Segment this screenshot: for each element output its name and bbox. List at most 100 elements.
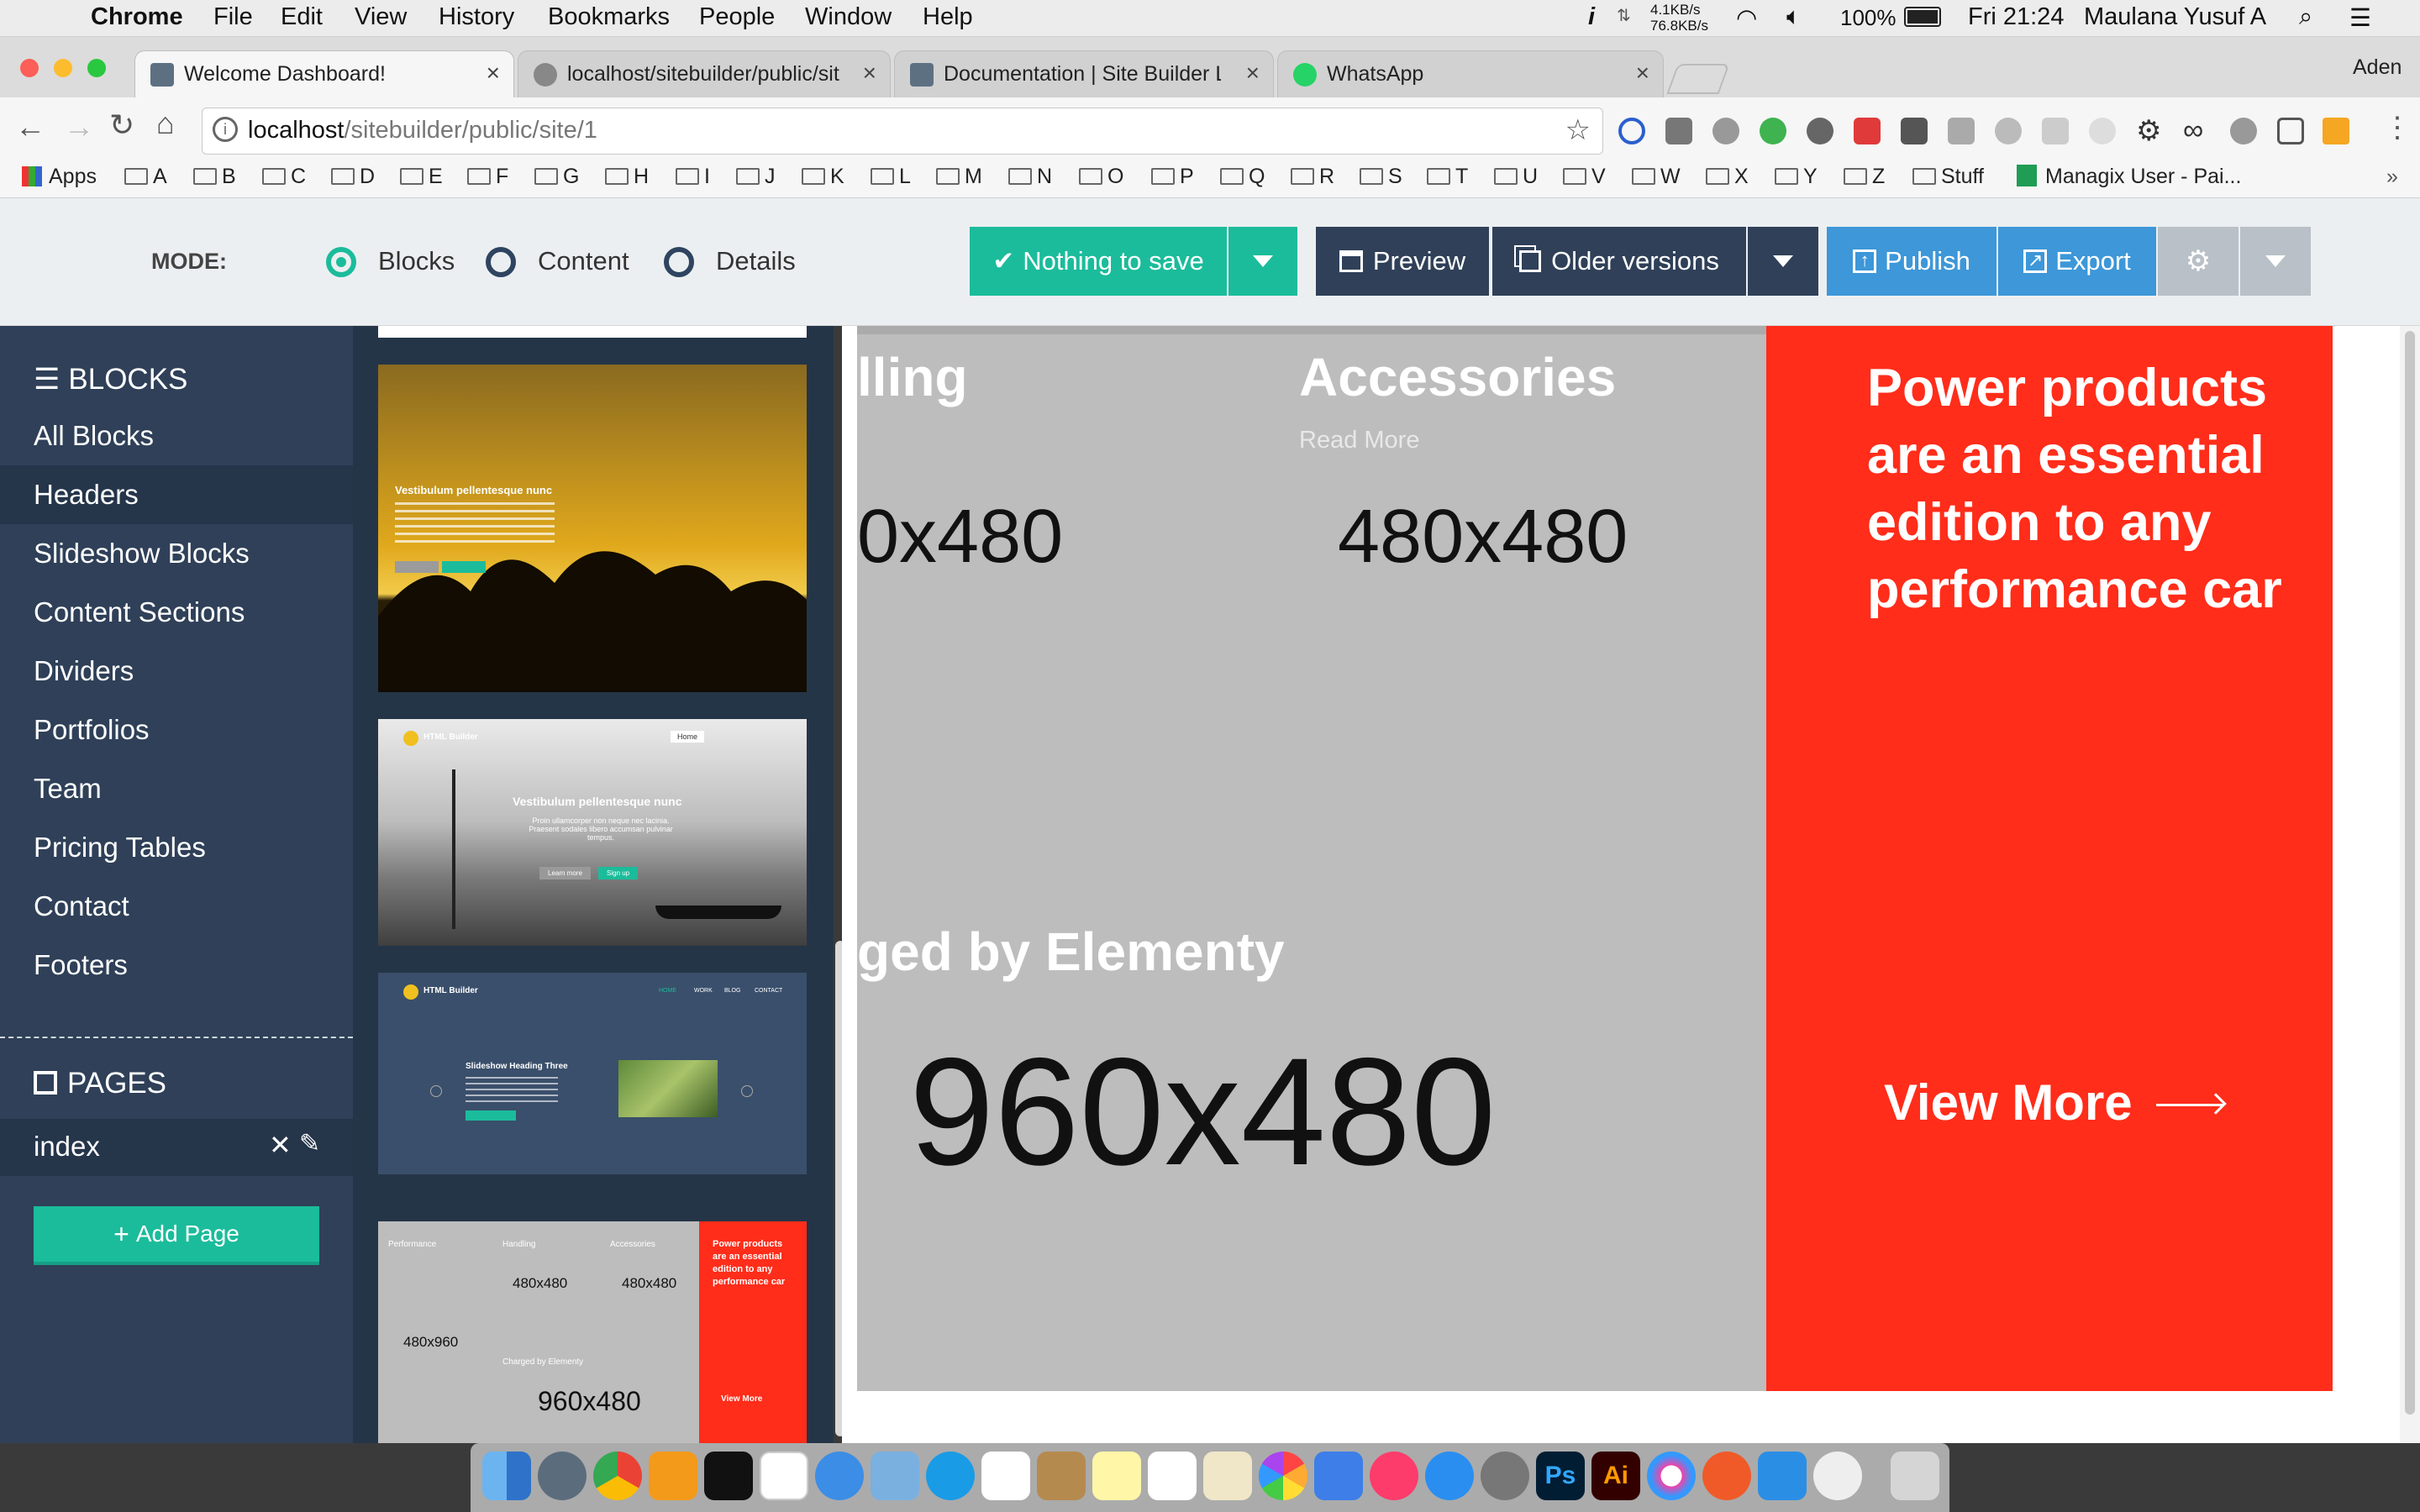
bookmark-folder-a[interactable]: A: [124, 165, 167, 189]
adblock-icon[interactable]: [1712, 118, 1739, 144]
tab-localhost[interactable]: localhost/sitebuilder/public/sit ×: [518, 50, 891, 97]
mode-details-label[interactable]: Details: [716, 246, 796, 276]
bookmark-managix[interactable]: Managix User - Pai...: [2017, 165, 2241, 189]
safari-icon[interactable]: [815, 1452, 864, 1500]
edit-page-icon[interactable]: ✎: [299, 1129, 320, 1158]
bookmark-folder-f[interactable]: F: [467, 165, 508, 189]
numbers-icon[interactable]: [981, 1452, 1030, 1500]
settings-button[interactable]: ⚙: [2158, 227, 2238, 296]
xcode-icon[interactable]: [1758, 1452, 1807, 1500]
bookmark-folder-y[interactable]: Y: [1775, 165, 1818, 189]
sketch-tool-icon[interactable]: [1702, 1452, 1751, 1500]
finder-icon[interactable]: [482, 1452, 531, 1500]
bookmark-folder-u[interactable]: U: [1494, 165, 1538, 189]
older-versions-button[interactable]: Older versions: [1492, 227, 1746, 296]
gear-extension-icon[interactable]: ⚙: [2136, 114, 2161, 148]
sidebar-item-dividers[interactable]: Dividers: [0, 642, 353, 701]
bookmark-folder-c[interactable]: C: [262, 165, 306, 189]
save-dropdown-button[interactable]: [1228, 227, 1297, 296]
view-more-link[interactable]: View More: [1884, 1074, 2227, 1131]
mode-blocks-label[interactable]: Blocks: [378, 246, 455, 276]
page-item-index[interactable]: index ✕ ✎: [0, 1119, 353, 1176]
accessories-heading[interactable]: Accessories: [1299, 346, 1616, 408]
clock[interactable]: Fri 21:24: [1968, 3, 2064, 31]
bookmark-folder-m[interactable]: M: [936, 165, 982, 189]
bookmark-folder-w[interactable]: W: [1632, 165, 1681, 189]
calendar-icon[interactable]: [760, 1452, 808, 1500]
info-icon[interactable]: i: [213, 117, 238, 142]
sidebar-item-team[interactable]: Team: [0, 759, 353, 818]
bug-extension-icon[interactable]: [1807, 118, 1833, 144]
launchpad-icon[interactable]: [538, 1452, 587, 1500]
sidebar-item-content-sections[interactable]: Content Sections: [0, 583, 353, 642]
preview-scrollbar-thumb[interactable]: [2405, 331, 2415, 1415]
info-icon[interactable]: i: [1588, 3, 1595, 31]
publish-button[interactable]: ↑ Publish: [1827, 227, 1996, 296]
bookmark-folder-d[interactable]: D: [331, 165, 375, 189]
wifi-icon[interactable]: ◠: [1736, 3, 1757, 33]
spotlight-search-icon[interactable]: ⌕: [2299, 3, 2312, 31]
add-page-button[interactable]: + Add Page: [34, 1206, 319, 1265]
extension-icon[interactable]: [1665, 118, 1692, 144]
menu-history[interactable]: History: [439, 3, 514, 31]
illustrator-icon[interactable]: Ai: [1591, 1452, 1640, 1500]
bookmark-folder-z[interactable]: Z: [1844, 165, 1885, 189]
pencil-extension-icon[interactable]: [2323, 118, 2349, 144]
zoom-window-button[interactable]: [87, 59, 106, 77]
tab-whatsapp[interactable]: WhatsApp ×: [1277, 50, 1664, 97]
menu-window[interactable]: Window: [805, 3, 892, 31]
camera-extension-icon[interactable]: [1948, 118, 1975, 144]
charged-heading[interactable]: ged by Elementy: [857, 921, 1285, 983]
menu-view[interactable]: View: [355, 3, 407, 31]
chrome-menu-icon[interactable]: ⋮: [2383, 111, 2412, 144]
back-icon[interactable]: ←: [15, 109, 45, 144]
menu-help[interactable]: Help: [923, 3, 973, 31]
preview-app-icon[interactable]: [871, 1452, 919, 1500]
profile-name[interactable]: Aden: [2353, 55, 2402, 80]
preview-scrollbar-track[interactable]: [2400, 326, 2420, 1443]
color-picker-icon[interactable]: [1647, 1452, 1696, 1500]
menu-file[interactable]: File: [213, 3, 253, 31]
app-store-icon[interactable]: [1425, 1452, 1474, 1500]
code-extension-icon[interactable]: [2277, 118, 2304, 144]
sidebar-item-headers[interactable]: Headers: [0, 465, 353, 524]
bookmark-folder-p[interactable]: P: [1151, 165, 1194, 189]
sidebar-item-footers[interactable]: Footers: [0, 936, 353, 995]
power-extension-icon[interactable]: [1760, 118, 1786, 144]
save-button[interactable]: ✔ Nothing to save: [970, 227, 1227, 296]
power-products-text[interactable]: Power products are an essential edition …: [1867, 354, 2304, 623]
terminal-icon[interactable]: [704, 1452, 753, 1500]
tab-documentation[interactable]: Documentation | Site Builder L ×: [894, 50, 1274, 97]
forward-icon[interactable]: →: [64, 109, 94, 144]
bookmark-folder-stuff[interactable]: Stuff: [1912, 165, 1984, 189]
extension-icon[interactable]: [2230, 118, 2257, 144]
system-preferences-icon[interactable]: [1481, 1452, 1529, 1500]
reminders-icon[interactable]: [1148, 1452, 1197, 1500]
mode-content-radio[interactable]: [486, 247, 516, 277]
swirl-extension-icon[interactable]: [2089, 118, 2116, 144]
teamviewer-icon[interactable]: [926, 1452, 975, 1500]
tab-welcome-dashboard[interactable]: Welcome Dashboard! ×: [134, 50, 514, 97]
placeholder-image-size[interactable]: 960x480: [909, 1023, 1496, 1200]
bookmark-folder-g[interactable]: G: [534, 165, 579, 189]
bookmark-folder-s[interactable]: S: [1360, 165, 1402, 189]
bookmark-folder-l[interactable]: L: [871, 165, 911, 189]
bookmark-folder-n[interactable]: N: [1008, 165, 1052, 189]
bookmarks-overflow-icon[interactable]: »: [2386, 165, 2398, 189]
elephant-app-icon[interactable]: [1813, 1452, 1862, 1500]
bookmark-folder-o[interactable]: O: [1079, 165, 1123, 189]
bookmark-folder-j[interactable]: J: [736, 165, 776, 189]
thumbnail-partial[interactable]: [378, 326, 807, 338]
close-tab-icon[interactable]: ×: [1246, 60, 1260, 87]
block-thumbnail-content-grid[interactable]: Performance Handling Accessories 480x480…: [378, 1221, 807, 1443]
close-tab-icon[interactable]: ×: [487, 60, 500, 87]
trash-icon[interactable]: [1891, 1452, 1939, 1500]
minimize-window-button[interactable]: [54, 59, 72, 77]
bookmark-folder-r[interactable]: R: [1291, 165, 1334, 189]
bookmark-folder-x[interactable]: X: [1706, 165, 1749, 189]
sublime-text-icon[interactable]: [649, 1452, 697, 1500]
menu-edit[interactable]: Edit: [281, 3, 323, 31]
block-thumbnail-header-lake[interactable]: HTML Builder Home Vestibulum pellentesqu…: [378, 719, 807, 946]
sidebar-item-pricing-tables[interactable]: Pricing Tables: [0, 818, 353, 877]
sidebar-item-slideshow-blocks[interactable]: Slideshow Blocks: [0, 524, 353, 583]
